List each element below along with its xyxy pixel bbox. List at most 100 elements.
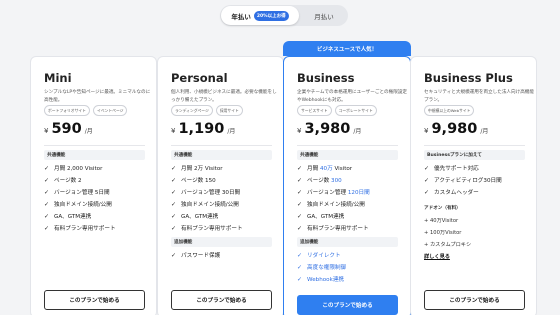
feature-item: ✓ 月間 2万 Visitor: [171, 164, 223, 173]
price-amount: 3,980: [304, 121, 351, 137]
check-icon: ✓: [297, 224, 303, 232]
start-plan-button[interactable]: このプランで始める: [171, 290, 272, 310]
currency-symbol: ¥: [424, 127, 429, 135]
section-heading: 追加機能: [297, 237, 398, 247]
feature-item: ✓ 優先サポート対応: [424, 164, 479, 173]
plan-description: 企業やチームでの本格運用にユーザーごとの権限設定やWebhookにも対応。: [297, 90, 407, 103]
section-heading: 追加機能: [171, 237, 272, 247]
check-icon: ✓: [44, 188, 50, 196]
check-icon: ✓: [44, 224, 50, 232]
plan-description: 個人利用、小規模ビジネスに最適。必要な機能をしっかり備えたプラン。: [171, 90, 277, 103]
start-plan-button[interactable]: このプランで始める: [44, 290, 145, 310]
plan-tag: 中規模以上のWebサイト: [424, 105, 475, 116]
plan-tags: サービスサイト コーポレートサイト: [297, 105, 377, 116]
price-period: /月: [353, 128, 362, 135]
annual-label: 年払い: [231, 12, 251, 21]
currency-symbol: ¥: [297, 127, 302, 135]
price-amount: 590: [51, 121, 82, 137]
section-heading: 共通機能: [44, 150, 145, 160]
feature-item: ✓ 有料プラン専用サポート: [297, 224, 369, 233]
check-icon: ✓: [44, 212, 50, 220]
addon-label: アドオン（有料）: [424, 206, 461, 211]
plan-name: Personal: [171, 71, 228, 85]
check-icon: ✓: [297, 263, 303, 271]
annual-billing-option[interactable]: 年払い 20%以上お得: [221, 6, 299, 25]
plan-tag: サービスサイト: [297, 105, 332, 116]
plan-tag: ポートフォリオサイト: [44, 105, 90, 116]
plan-tags: 中規模以上のWebサイト: [424, 105, 475, 116]
divider: [44, 145, 145, 146]
section-heading: Businessプランに加えて: [424, 150, 525, 160]
check-icon: ✓: [297, 164, 303, 172]
billing-toggle: 年払い 20%以上お得 月払い: [220, 5, 348, 26]
feature-item: ✓ バージョン管理 120日間: [297, 188, 370, 197]
plan-price: ¥ 9,980 /月: [424, 121, 488, 137]
addon-item: + 40万Visitor: [424, 218, 459, 224]
feature-item: ✓ リダイレクト: [297, 251, 341, 260]
price-period: /月: [84, 128, 93, 135]
feature-item: ✓ バージョン管理 30日間: [171, 188, 241, 197]
section-heading: 共通機能: [297, 150, 398, 160]
price-period: /月: [480, 128, 489, 135]
feature-item: ✓ GA、GTM連携: [297, 212, 345, 221]
check-icon: ✓: [424, 164, 430, 172]
check-icon: ✓: [297, 275, 303, 283]
check-icon: ✓: [171, 164, 177, 172]
price-amount: 9,980: [431, 121, 478, 137]
plan-description: シンプルなLPや告知ページに最適。ミニマルなのに高性能。: [44, 90, 151, 103]
check-icon: ✓: [171, 224, 177, 232]
feature-item: ✓ カスタムヘッダー: [424, 188, 479, 197]
plan-card-personal: Personal 個人利用、小規模ビジネスに最適。必要な機能をしっかり備えたプラ…: [157, 56, 284, 315]
plan-price: ¥ 590 /月: [44, 121, 93, 137]
check-icon: ✓: [424, 188, 430, 196]
check-icon: ✓: [44, 200, 50, 208]
feature-item: ✓ ページ数 150: [171, 176, 216, 185]
plan-card-mini: Mini シンプルなLPや告知ページに最適。ミニマルなのに高性能。 ポートフォリ…: [30, 56, 157, 315]
popular-banner: ビジネスユースで人気！: [283, 41, 411, 56]
plan-name: Business Plus: [424, 71, 513, 85]
section-heading: 共通機能: [171, 150, 272, 160]
check-icon: ✓: [297, 188, 303, 196]
price-amount: 1,190: [178, 121, 225, 137]
plan-tag: イベントページ: [92, 105, 128, 116]
divider: [424, 145, 525, 146]
plan-price: ¥ 1,190 /月: [171, 121, 235, 137]
start-plan-button[interactable]: このプランで始める: [424, 290, 525, 310]
plan-description: セキュリティと大規模運用を両立した法人向け高機能プラン。: [424, 90, 534, 103]
check-icon: ✓: [171, 176, 177, 184]
check-icon: ✓: [171, 188, 177, 196]
plan-tags: ポートフォリオサイト イベントページ: [44, 105, 128, 116]
currency-symbol: ¥: [44, 127, 49, 135]
learn-more-link[interactable]: 詳しく見る: [424, 253, 450, 260]
addon-item: + カスタムプロキシ: [424, 242, 472, 248]
feature-item: ✓ ページ数 300: [297, 176, 342, 185]
feature-item: ✓ 独自ドメイン接続/公開: [297, 200, 365, 209]
check-icon: ✓: [171, 251, 177, 259]
plan-name: Mini: [44, 71, 72, 85]
plan-tag: ランディングページ: [171, 105, 213, 116]
feature-item: ✓ 月間 2,000 Visitor: [44, 164, 103, 173]
check-icon: ✓: [297, 212, 303, 220]
plan-tag: 採用サイト: [215, 105, 243, 116]
feature-item: ✓ ページ数 2: [44, 176, 82, 185]
feature-item: ✓ 月間 40万 Visitor: [297, 164, 353, 173]
feature-item: ✓ 独自ドメイン接続/公開: [171, 200, 239, 209]
currency-symbol: ¥: [171, 127, 176, 135]
plan-card-business-plus: Business Plus セキュリティと大規模運用を両立した法人向け高機能プラ…: [410, 56, 537, 315]
check-icon: ✓: [297, 200, 303, 208]
check-icon: ✓: [171, 200, 177, 208]
feature-item: ✓ パスワード保護: [171, 251, 221, 260]
price-period: /月: [227, 128, 236, 135]
check-icon: ✓: [297, 251, 303, 259]
divider: [297, 145, 398, 146]
feature-item: ✓ 独自ドメイン接続/公開: [44, 200, 112, 209]
feature-item: ✓ GA、GTM連携: [171, 212, 219, 221]
feature-item: ✓ バージョン管理 5日間: [44, 188, 110, 197]
start-plan-button[interactable]: このプランで始める: [297, 295, 398, 315]
check-icon: ✓: [171, 212, 177, 220]
plan-card-business: Business 企業やチームでの本格運用にユーザーごとの権限設定やWebhoo…: [283, 56, 411, 315]
feature-item: ✓ 有料プラン専用サポート: [171, 224, 243, 233]
monthly-billing-option[interactable]: 月払い: [304, 5, 344, 26]
plan-price: ¥ 3,980 /月: [297, 121, 361, 137]
check-icon: ✓: [44, 176, 50, 184]
